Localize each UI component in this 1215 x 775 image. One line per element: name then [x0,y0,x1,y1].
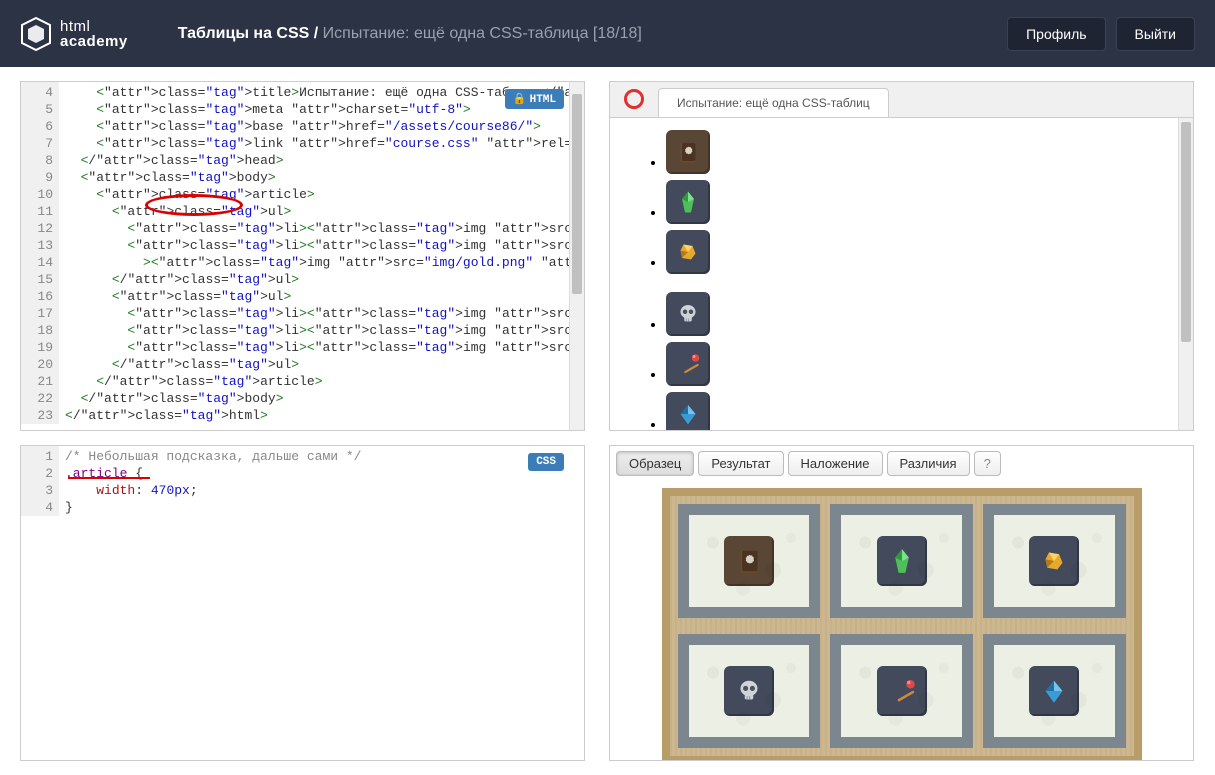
compare-tab-sample[interactable]: Образец [616,451,694,476]
frame [830,504,973,618]
browser-scrollbar[interactable] [1178,118,1193,430]
compare-tab-result[interactable]: Результат [698,451,783,476]
list-item [666,392,1187,431]
list-item [666,292,1187,336]
logo-text: htmlacademy [60,19,128,49]
profile-button[interactable]: Профиль [1007,17,1105,51]
frame [983,504,1126,618]
list-item [666,342,1187,386]
frame-row [678,504,1126,618]
green-crystal-icon [877,536,927,586]
stick-icon [666,342,710,386]
compare-body [610,476,1193,760]
list-item [666,230,1187,274]
html-line-gutter: 4567891011121314151617181920212223 [21,82,59,424]
compare-panel: ОбразецРезультатНаложениеРазличия? [609,445,1194,761]
css-editor: CSS 1234 /* Небольшая подсказка, дальше … [20,445,585,761]
compare-tab-overlay[interactable]: Наложение [788,451,883,476]
list-item [666,180,1187,224]
frame-row [678,634,1126,748]
compare-tabs: ОбразецРезультатНаложениеРазличия? [610,446,1193,476]
green-crystal-icon [666,180,710,224]
scroll-thumb[interactable] [572,94,582,294]
compare-help-button[interactable]: ? [974,451,1001,476]
browser-tab[interactable]: Испытание: ещё одна CSS-таблиц [658,88,889,117]
item-list [616,130,1187,431]
browser-viewport[interactable] [610,118,1193,431]
gold-icon [666,230,710,274]
magic-book-icon [666,130,710,174]
magic-book-icon [724,536,774,586]
compare-tab-diff[interactable]: Различия [887,451,970,476]
lock-icon: 🔒 [513,94,527,106]
css-line-gutter: 1234 [21,446,59,516]
scroll-thumb[interactable] [1181,122,1191,342]
html-code-area[interactable]: <"attr">class="tag">title>Испытание: ещё… [59,82,584,424]
logout-button[interactable]: Выйти [1116,17,1195,51]
css-code-area[interactable]: /* Небольшая подсказка, дальше сами */ .… [59,446,584,516]
breadcrumb-course[interactable]: Таблицы на CSS [178,25,310,42]
logo-icon [20,16,52,52]
frame [830,634,973,748]
gold-icon [1029,536,1079,586]
frame [983,634,1126,748]
skull-icon [724,666,774,716]
frame [678,504,821,618]
sample-board [662,488,1142,760]
breadcrumb-task[interactable]: Испытание: ещё одна CSS-таблица [18/18] [323,25,642,42]
blue-crystal-icon [666,392,710,431]
html-editor: 🔒HTML 4567891011121314151617181920212223… [20,81,585,431]
opera-icon [624,89,644,109]
html-scrollbar[interactable] [569,82,584,430]
logo[interactable]: htmlacademy [20,16,128,52]
list-item [666,130,1187,174]
frame [678,634,821,748]
blue-crystal-icon [1029,666,1079,716]
skull-icon [666,292,710,336]
browser-preview: Испытание: ещё одна CSS-таблиц [609,81,1194,431]
breadcrumb: Таблицы на CSS / Испытание: ещё одна CSS… [178,25,1007,43]
css-badge: CSS [528,453,564,471]
browser-tabbar: Испытание: ещё одна CSS-таблиц [610,82,1193,118]
stick-icon [877,666,927,716]
app-header: htmlacademy Таблицы на CSS / Испытание: … [0,0,1215,67]
html-badge: 🔒HTML [505,89,564,109]
